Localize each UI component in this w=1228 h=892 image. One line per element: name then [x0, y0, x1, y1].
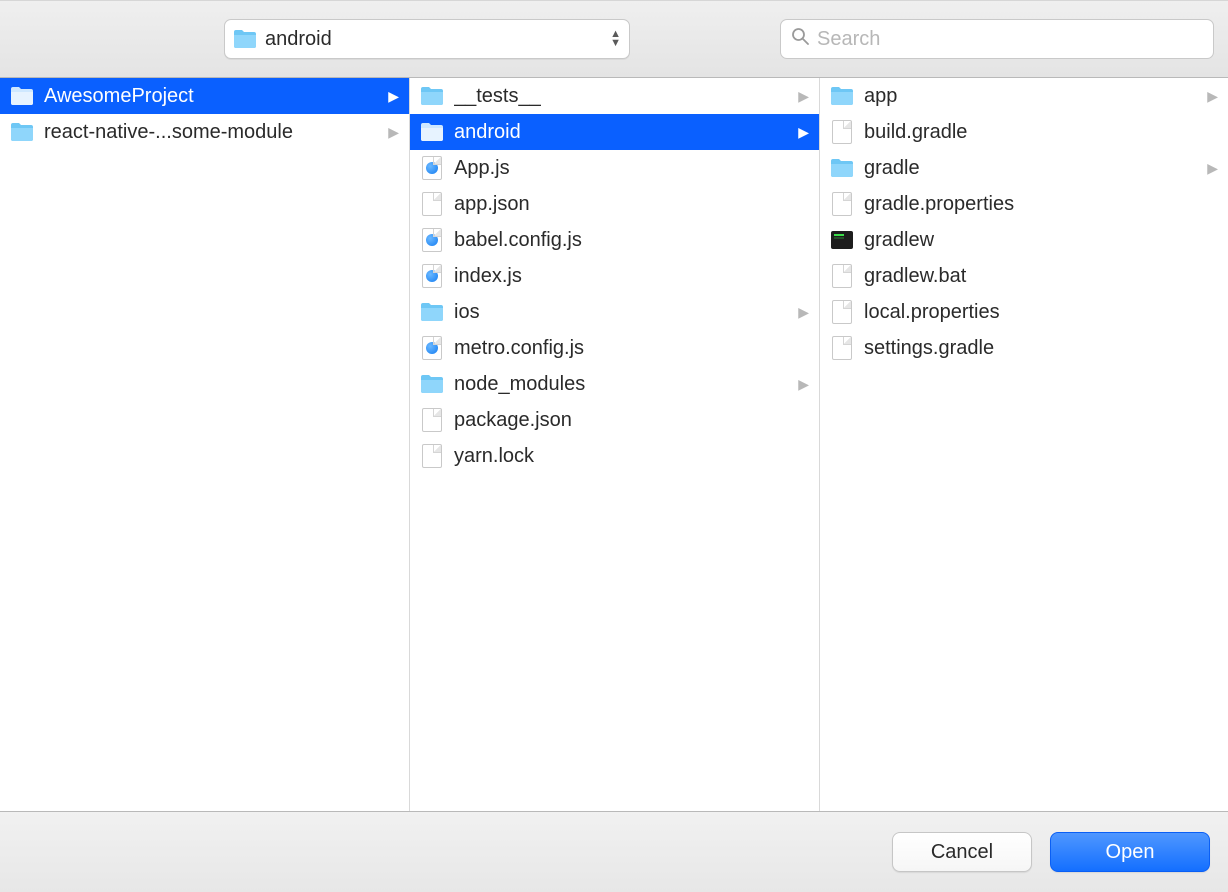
toolbar: android ▲▼ — [0, 0, 1228, 78]
file-row[interactable]: yarn.lock — [410, 438, 819, 474]
file-name: package.json — [454, 409, 809, 432]
file-row[interactable]: settings.gradle — [820, 330, 1228, 366]
file-row[interactable]: node_modules▶ — [410, 366, 819, 402]
file-name: ios — [454, 301, 795, 324]
folder-icon — [420, 372, 444, 396]
file-name: local.properties — [864, 301, 1218, 324]
column-browser: AwesomeProject▶react-native-...some-modu… — [0, 78, 1228, 812]
file-name: react-native-...some-module — [44, 121, 385, 144]
js-file-icon — [420, 336, 444, 360]
file-row[interactable]: package.json — [410, 402, 819, 438]
chevron-right-icon: ▶ — [795, 124, 809, 141]
file-icon — [830, 120, 854, 144]
file-row[interactable]: AwesomeProject▶ — [0, 78, 409, 114]
search-field[interactable] — [780, 19, 1214, 59]
cancel-button[interactable]: Cancel — [892, 832, 1032, 872]
file-name: AwesomeProject — [44, 85, 385, 108]
file-name: android — [454, 121, 795, 144]
file-row[interactable]: gradle.properties — [820, 186, 1228, 222]
file-name: __tests__ — [454, 85, 795, 108]
file-row[interactable]: local.properties — [820, 294, 1228, 330]
chevron-right-icon: ▶ — [795, 304, 809, 321]
folder-icon — [420, 120, 444, 144]
file-name: settings.gradle — [864, 337, 1218, 360]
file-name: yarn.lock — [454, 445, 809, 468]
file-row[interactable]: gradlew — [820, 222, 1228, 258]
js-file-icon — [420, 156, 444, 180]
path-label: android — [265, 28, 604, 51]
file-icon — [830, 192, 854, 216]
updown-icon: ▲▼ — [604, 30, 621, 48]
folder-icon — [420, 84, 444, 108]
file-row[interactable]: ios▶ — [410, 294, 819, 330]
file-name: gradlew.bat — [864, 265, 1218, 288]
file-row[interactable]: react-native-...some-module▶ — [0, 114, 409, 150]
js-file-icon — [420, 228, 444, 252]
column-0[interactable]: AwesomeProject▶react-native-...some-modu… — [0, 78, 410, 811]
file-row[interactable]: babel.config.js — [410, 222, 819, 258]
folder-icon — [10, 84, 34, 108]
file-name: babel.config.js — [454, 229, 809, 252]
file-name: metro.config.js — [454, 337, 809, 360]
file-name: App.js — [454, 157, 809, 180]
file-row[interactable]: android▶ — [410, 114, 819, 150]
column-1[interactable]: __tests__▶android▶App.jsapp.jsonbabel.co… — [410, 78, 820, 811]
executable-icon — [830, 228, 854, 252]
file-name: build.gradle — [864, 121, 1218, 144]
folder-icon — [420, 300, 444, 324]
column-2[interactable]: app▶build.gradlegradle▶gradle.properties… — [820, 78, 1228, 811]
file-row[interactable]: build.gradle — [820, 114, 1228, 150]
file-name: app.json — [454, 193, 809, 216]
folder-icon — [233, 27, 257, 51]
chevron-right-icon: ▶ — [385, 124, 399, 141]
file-row[interactable]: App.js — [410, 150, 819, 186]
file-row[interactable]: gradlew.bat — [820, 258, 1228, 294]
file-icon — [830, 264, 854, 288]
search-icon — [791, 27, 809, 51]
file-name: node_modules — [454, 373, 795, 396]
file-name: gradle — [864, 157, 1204, 180]
file-row[interactable]: metro.config.js — [410, 330, 819, 366]
text-file-icon — [420, 192, 444, 216]
file-row[interactable]: gradle▶ — [820, 150, 1228, 186]
file-icon — [830, 336, 854, 360]
path-popup[interactable]: android ▲▼ — [224, 19, 630, 59]
footer: Cancel Open — [0, 812, 1228, 892]
file-name: gradlew — [864, 229, 1218, 252]
file-row[interactable]: app▶ — [820, 78, 1228, 114]
open-button[interactable]: Open — [1050, 832, 1210, 872]
file-name: app — [864, 85, 1204, 108]
text-file-icon — [420, 408, 444, 432]
chevron-right-icon: ▶ — [385, 88, 399, 105]
chevron-right-icon: ▶ — [1204, 88, 1218, 105]
folder-icon — [830, 84, 854, 108]
file-row[interactable]: app.json — [410, 186, 819, 222]
file-icon — [830, 300, 854, 324]
chevron-right-icon: ▶ — [795, 88, 809, 105]
file-row[interactable]: index.js — [410, 258, 819, 294]
search-input[interactable] — [817, 28, 1203, 51]
file-name: gradle.properties — [864, 193, 1218, 216]
chevron-right-icon: ▶ — [1204, 160, 1218, 177]
folder-icon — [10, 120, 34, 144]
file-name: index.js — [454, 265, 809, 288]
folder-icon — [830, 156, 854, 180]
file-icon — [420, 444, 444, 468]
file-row[interactable]: __tests__▶ — [410, 78, 819, 114]
chevron-right-icon: ▶ — [795, 376, 809, 393]
js-file-icon — [420, 264, 444, 288]
